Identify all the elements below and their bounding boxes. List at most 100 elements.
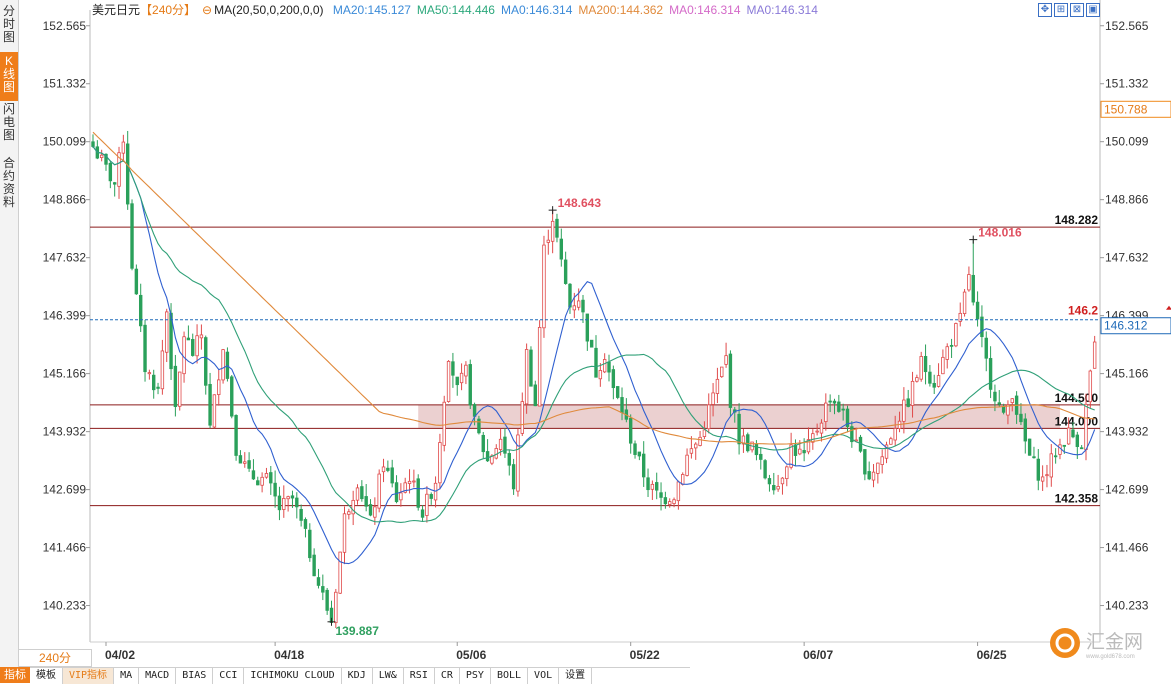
candle-body bbox=[923, 355, 928, 373]
candle-body bbox=[334, 591, 338, 624]
candle-body bbox=[377, 473, 381, 509]
candle-body bbox=[702, 429, 707, 437]
y-tick-label-right: 147.632 bbox=[1105, 251, 1149, 265]
candle-body bbox=[880, 456, 884, 465]
candle-body bbox=[99, 154, 104, 158]
candle-body bbox=[637, 451, 642, 457]
candle-body bbox=[182, 336, 186, 375]
indicator-tab-7[interactable]: KDJ bbox=[342, 668, 373, 684]
candle-body bbox=[759, 453, 763, 460]
candle-body bbox=[472, 404, 477, 417]
indicator-tab-8[interactable]: LW& bbox=[373, 668, 404, 684]
candle-body bbox=[507, 453, 511, 466]
candle-body bbox=[91, 141, 95, 147]
indicator-tab-5[interactable]: CCI bbox=[213, 668, 245, 684]
candle-body bbox=[919, 356, 923, 380]
candlestick-chart[interactable]: 152.565 152.565 151.332 151.332 150.099 150.0… bbox=[0, 0, 1171, 683]
candle-body bbox=[446, 360, 451, 402]
level-label: 142.358 bbox=[1055, 492, 1099, 506]
candle-body bbox=[615, 386, 620, 398]
low-label: 139.887 bbox=[335, 624, 379, 638]
candle-body bbox=[325, 589, 329, 611]
candle-body bbox=[199, 334, 204, 339]
candle-body bbox=[915, 377, 919, 382]
candle-body bbox=[815, 430, 819, 433]
candle-body bbox=[125, 143, 130, 205]
candle-body bbox=[438, 442, 442, 484]
indicator-tab-2[interactable]: MA bbox=[114, 668, 140, 684]
candle-body bbox=[312, 554, 316, 577]
indicator-tab-12[interactable]: BOLL bbox=[491, 668, 529, 684]
candle-body bbox=[112, 182, 117, 185]
candle-body bbox=[650, 483, 655, 490]
pan-icon[interactable]: ✥ bbox=[1038, 3, 1052, 17]
candle-body bbox=[746, 434, 750, 452]
y-tick-label-right: 145.166 bbox=[1105, 367, 1149, 381]
indicator-tab-3[interactable]: MACD bbox=[139, 668, 177, 684]
candle-body bbox=[1062, 444, 1067, 447]
candle-body bbox=[715, 378, 720, 394]
candle-body bbox=[269, 472, 273, 484]
candle-body bbox=[316, 577, 321, 586]
candle-body bbox=[1092, 341, 1097, 369]
candle-body bbox=[988, 358, 993, 390]
indicator-tab-13[interactable]: VOL bbox=[528, 668, 560, 684]
candle-body bbox=[147, 372, 152, 375]
indicator-tab-0[interactable]: 模板 bbox=[30, 668, 63, 684]
indicator-tab-9[interactable]: RSI bbox=[404, 668, 435, 684]
indicator-tab[interactable]: 指标 bbox=[0, 667, 30, 683]
indicator-tab-10[interactable]: CR bbox=[435, 668, 460, 684]
expand-icon[interactable]: ⊞ bbox=[1054, 3, 1068, 17]
indicator-tab-14[interactable]: 设置 bbox=[559, 668, 593, 684]
candle-body bbox=[1045, 474, 1049, 477]
candle-body bbox=[628, 417, 633, 444]
close-icon[interactable]: ⊠ bbox=[1070, 3, 1084, 17]
candle-body bbox=[949, 344, 954, 347]
candle-body bbox=[1066, 427, 1071, 445]
candle-body bbox=[455, 376, 459, 386]
indicator-tab-6[interactable]: ICHIMOKU CLOUD bbox=[244, 668, 342, 684]
candle-body bbox=[971, 274, 975, 303]
candle-body bbox=[524, 349, 529, 405]
y-tick-label-right: 151.332 bbox=[1105, 77, 1149, 91]
candle-body bbox=[238, 455, 243, 464]
candle-body bbox=[837, 401, 841, 412]
candle-body bbox=[694, 443, 698, 449]
candle-body bbox=[399, 492, 403, 501]
indicator-tab-1[interactable]: VIP指标 bbox=[63, 668, 115, 684]
candle-body bbox=[576, 300, 581, 308]
candle-body bbox=[672, 499, 676, 504]
candle-body bbox=[442, 401, 446, 446]
candle-body bbox=[251, 470, 256, 480]
candle-body bbox=[975, 301, 980, 320]
candle-body bbox=[412, 480, 416, 483]
restore-icon[interactable]: ▣ bbox=[1086, 3, 1100, 17]
candle-body bbox=[1027, 438, 1032, 456]
x-tick-label: 04/18 bbox=[274, 648, 304, 662]
candle-body bbox=[1040, 476, 1045, 482]
candle-body bbox=[195, 335, 199, 357]
candle-body bbox=[780, 477, 785, 485]
candle-body bbox=[824, 402, 828, 422]
y-tick-label-left: 147.632 bbox=[43, 251, 87, 265]
candle-body bbox=[368, 504, 373, 516]
candle-body bbox=[967, 274, 971, 291]
candle-body bbox=[1058, 444, 1062, 455]
candle-body bbox=[928, 371, 932, 384]
indicator-tab-4[interactable]: BIAS bbox=[176, 668, 214, 684]
y-tick-label-left: 141.466 bbox=[43, 541, 87, 555]
level-label: 148.282 bbox=[1055, 213, 1099, 227]
candle-body bbox=[290, 495, 295, 499]
candle-body bbox=[707, 404, 711, 430]
candle-body bbox=[481, 434, 485, 453]
period-selector[interactable]: 240分 bbox=[18, 649, 92, 667]
candle-body bbox=[1088, 370, 1093, 403]
candle-body bbox=[954, 323, 958, 347]
candle-body bbox=[464, 364, 468, 377]
candle-body bbox=[663, 497, 668, 505]
candle-body bbox=[108, 162, 113, 182]
axis-tag-label: 150.788 bbox=[1104, 102, 1148, 116]
y-tick-label-right: 148.866 bbox=[1105, 193, 1149, 207]
indicator-tab-11[interactable]: PSY bbox=[460, 668, 491, 684]
logo-text: 汇金网 bbox=[1086, 631, 1143, 653]
